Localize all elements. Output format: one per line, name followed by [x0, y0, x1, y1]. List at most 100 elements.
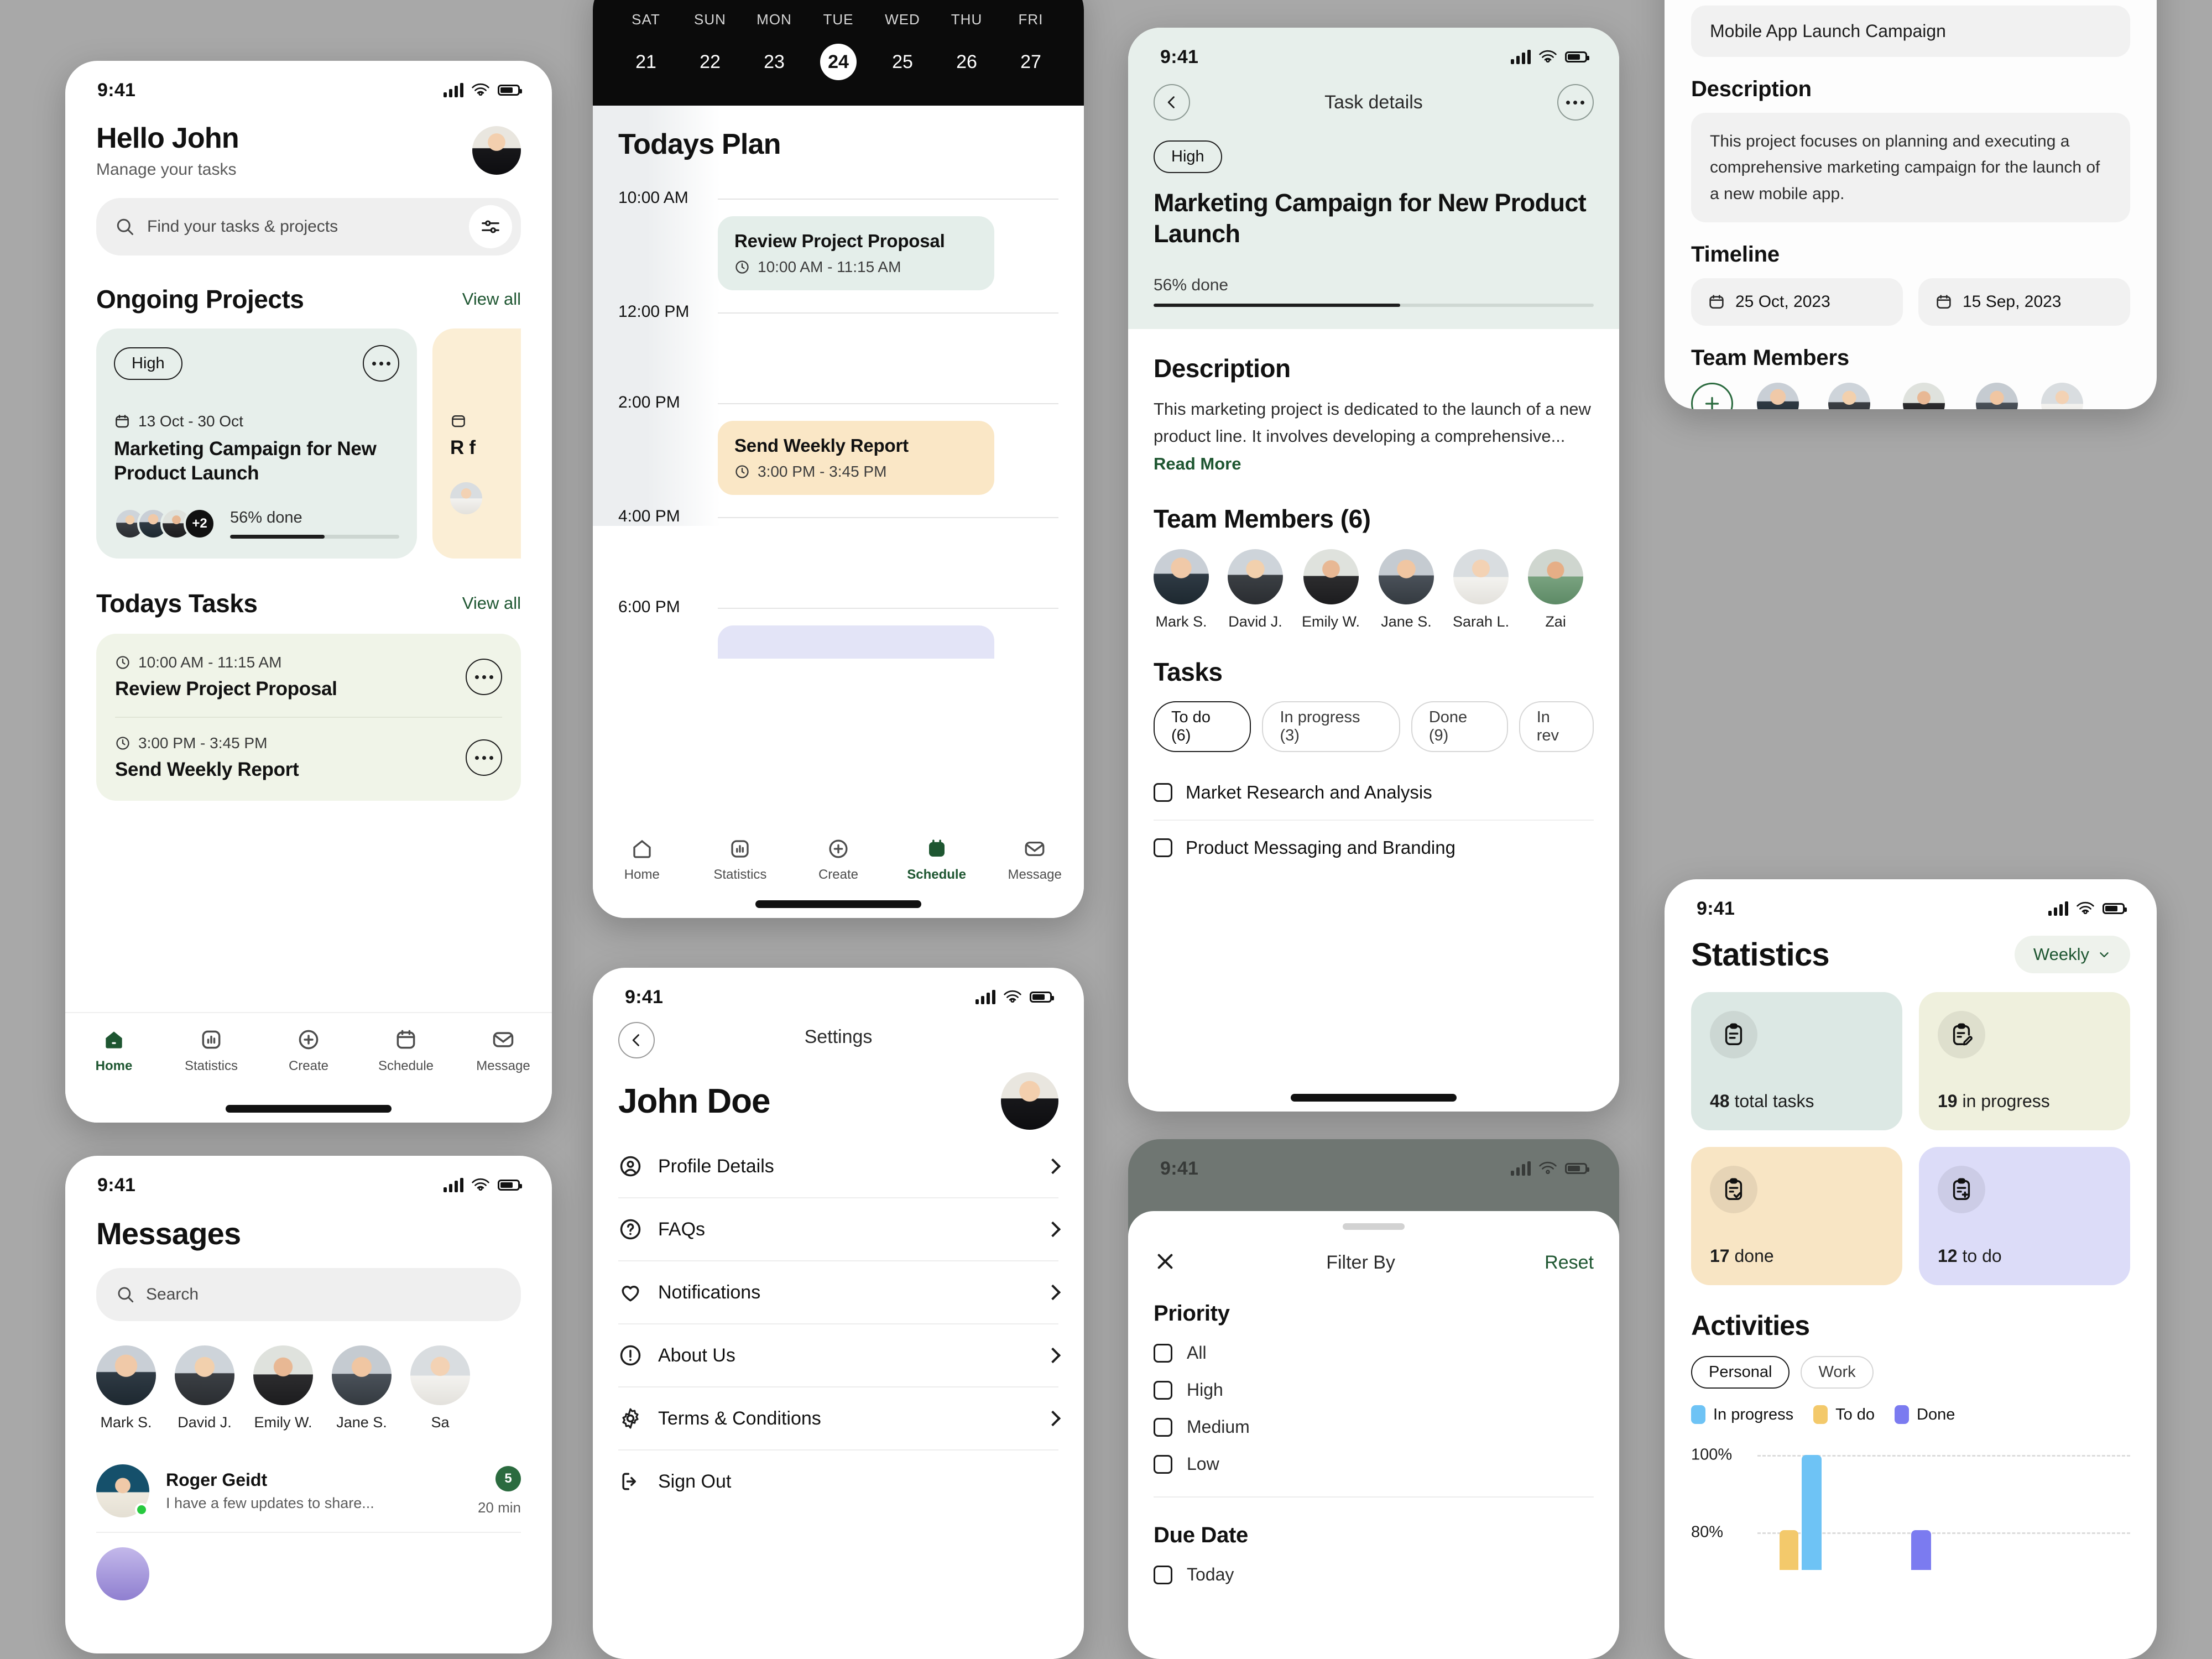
search-input[interactable]: Find your tasks & projects	[96, 198, 521, 255]
settings-item-about-us[interactable]: About Us	[618, 1324, 1061, 1387]
member-item[interactable]: Emily W.	[1895, 383, 1953, 409]
avatar[interactable]	[1001, 1072, 1058, 1130]
member-item[interactable]: Emily W.	[1302, 549, 1360, 630]
filter-option-all[interactable]: All	[1154, 1343, 1594, 1363]
checkbox[interactable]	[1154, 1343, 1172, 1363]
contact-item[interactable]: Mark S.	[96, 1345, 156, 1431]
settings-item-terms-conditions[interactable]: Terms & Conditions	[618, 1387, 1061, 1451]
tab-statistics[interactable]: Statistics	[170, 1027, 253, 1074]
more-options-button[interactable]	[1557, 84, 1594, 121]
tab-create[interactable]: Create	[267, 1027, 350, 1074]
activity-tabs[interactable]: Personal Work	[1691, 1356, 2130, 1389]
tab-in-progress[interactable]: In progress (3)	[1262, 701, 1400, 753]
reset-button[interactable]: Reset	[1545, 1252, 1594, 1274]
tasks-view-all-link[interactable]: View all	[462, 593, 521, 613]
project-more-button[interactable]	[363, 345, 399, 382]
schedule-event[interactable]: Send Weekly Report 3:00 PM - 3:45 PM	[718, 421, 994, 495]
description-field[interactable]: This project focuses on planning and exe…	[1691, 113, 2130, 223]
member-item[interactable]: Jane S.	[1972, 383, 2023, 409]
member-item[interactable]: Sarah L.	[1453, 549, 1509, 630]
contact-item[interactable]: David J.	[175, 1345, 234, 1431]
start-date-field[interactable]: 25 Oct, 2023	[1691, 278, 1903, 326]
schedule-event-partial[interactable]	[718, 625, 994, 659]
calendar-icon	[1709, 295, 1724, 309]
tab-schedule[interactable]: Schedule	[364, 1027, 447, 1074]
sheet-grabber[interactable]	[1343, 1223, 1405, 1230]
checkbox[interactable]	[1154, 1380, 1172, 1400]
end-date-field[interactable]: 15 Sep, 2023	[1918, 278, 2130, 326]
schedule-event[interactable]: Review Project Proposal 10:00 AM - 11:15…	[718, 216, 994, 290]
project-name-field[interactable]: Mobile App Launch Campaign	[1691, 6, 2130, 57]
close-icon[interactable]	[1154, 1250, 1177, 1276]
stat-card-total-tasks[interactable]: 48 total tasks	[1691, 992, 1902, 1130]
back-button[interactable]	[1154, 84, 1190, 121]
projects-view-all-link[interactable]: View all	[462, 289, 521, 309]
task-more-button[interactable]	[466, 739, 502, 776]
tab-in-review[interactable]: In rev	[1519, 701, 1594, 753]
calendar-day[interactable]: WED 25	[875, 11, 930, 80]
member-item[interactable]: Mark S.	[1752, 383, 1803, 409]
stat-card-done[interactable]: 17 done	[1691, 1147, 1902, 1285]
task-row[interactable]: 10:00 AM - 11:15 AM Review Project Propo…	[115, 637, 502, 717]
list-item[interactable]	[96, 1532, 521, 1615]
task-status-tabs[interactable]: To do (6) In progress (3) Done (9) In re…	[1154, 701, 1594, 753]
calendar-day[interactable]: SAT 21	[618, 11, 674, 80]
settings-item-faqs[interactable]: FAQs	[618, 1198, 1061, 1261]
member-item[interactable]: Jane S.	[1379, 549, 1434, 630]
member-item[interactable]: David J.	[1822, 383, 1876, 409]
member-item[interactable]: Sara	[2041, 383, 2084, 409]
contact-item[interactable]: Emily W.	[253, 1345, 313, 1431]
settings-item-profile-details[interactable]: Profile Details	[618, 1135, 1061, 1198]
calendar-day[interactable]: MON 23	[747, 11, 802, 80]
tab-todo[interactable]: To do (6)	[1154, 701, 1251, 753]
project-card[interactable]: High 13 Oct - 30 Oct Marketing Campaign …	[96, 328, 417, 559]
checkbox[interactable]	[1154, 838, 1172, 858]
tab-home[interactable]: Home	[72, 1027, 155, 1074]
checkbox[interactable]	[1154, 1417, 1172, 1437]
add-member-button[interactable]: Add	[1691, 383, 1733, 409]
project-member-stack[interactable]: +2	[114, 508, 216, 540]
member-item[interactable]: Mark S.	[1154, 549, 1209, 630]
filter-option-medium[interactable]: Medium	[1154, 1417, 1594, 1437]
stat-card-in-progress[interactable]: 19 in progress	[1919, 992, 2130, 1130]
tab-personal[interactable]: Personal	[1691, 1356, 1790, 1389]
calendar-day[interactable]: THU 26	[939, 11, 994, 80]
filter-option-today[interactable]: Today	[1154, 1564, 1594, 1585]
filter-button[interactable]	[469, 205, 512, 248]
tab-done[interactable]: Done (9)	[1411, 701, 1508, 753]
contact-item[interactable]: Jane S.	[332, 1345, 392, 1431]
messages-search-input[interactable]: Search	[96, 1268, 521, 1321]
checkbox[interactable]	[1154, 1454, 1172, 1474]
team-members-strip[interactable]: Mark S. David J. Emily W. Jane S. Sarah …	[1154, 549, 1594, 630]
read-more-link[interactable]: Read More	[1154, 454, 1241, 473]
tab-home[interactable]: Home	[601, 837, 684, 918]
calendar-day[interactable]: SUN 22	[682, 11, 738, 80]
filter-option-high[interactable]: High	[1154, 1380, 1594, 1400]
avatar[interactable]	[472, 126, 521, 175]
list-item[interactable]: Roger Geidt I have a few updates to shar…	[96, 1450, 521, 1532]
calendar-day[interactable]: FRI 27	[1003, 11, 1058, 80]
tab-work[interactable]: Work	[1801, 1356, 1874, 1389]
settings-item-sign-out[interactable]: Sign Out	[618, 1451, 1058, 1512]
back-button[interactable]	[618, 1022, 655, 1058]
task-row[interactable]: 3:00 PM - 3:45 PM Send Weekly Report	[115, 717, 502, 797]
checkbox[interactable]	[1154, 783, 1172, 802]
project-card[interactable]: — R f	[432, 328, 521, 559]
period-selector[interactable]: Weekly	[2014, 936, 2130, 973]
settings-item-notifications[interactable]: Notifications	[618, 1261, 1061, 1324]
contact-item[interactable]: Sa	[410, 1345, 470, 1431]
todo-item[interactable]: Market Research and Analysis	[1154, 765, 1594, 821]
team-members-picker[interactable]: Add Mark S. David J. Emily W. Jane S. Sa…	[1691, 383, 2130, 409]
tab-message[interactable]: Message	[462, 1027, 545, 1074]
stat-card-to-do[interactable]: 12 to do	[1919, 1147, 2130, 1285]
todo-item[interactable]: Product Messaging and Branding	[1154, 821, 1594, 875]
checkbox[interactable]	[1154, 1565, 1172, 1584]
projects-carousel[interactable]: High 13 Oct - 30 Oct Marketing Campaign …	[96, 328, 521, 559]
filter-option-low[interactable]: Low	[1154, 1454, 1594, 1474]
contacts-strip[interactable]: Mark S. David J. Emily W. Jane S. Sa	[96, 1345, 521, 1431]
tab-message[interactable]: Message	[993, 837, 1076, 918]
member-item[interactable]: David J.	[1228, 549, 1283, 630]
calendar-day-selected[interactable]: TUE 24	[811, 11, 866, 80]
task-more-button[interactable]	[466, 659, 502, 696]
member-item[interactable]: Zai	[1528, 549, 1584, 630]
